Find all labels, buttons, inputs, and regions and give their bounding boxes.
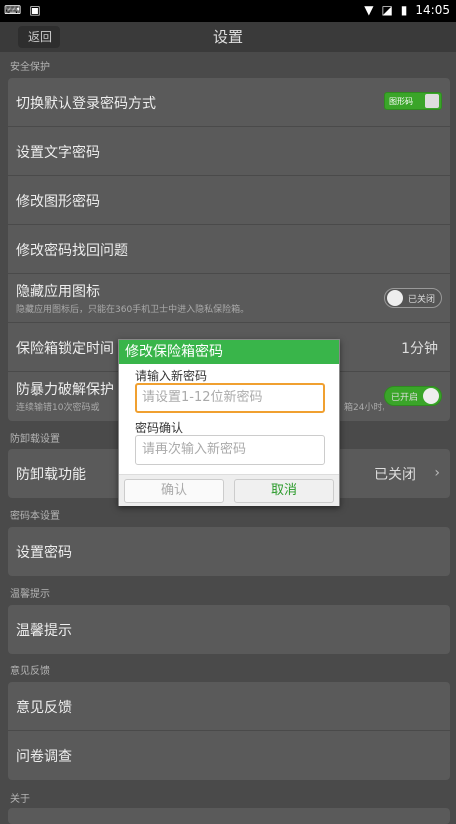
battery-icon: ▮ [400, 3, 408, 17]
row-tips[interactable]: 温馨提示 [8, 605, 450, 654]
anti-uninstall-value: 已关闭 [374, 467, 416, 483]
title-bar: 返回 设置 [0, 22, 456, 52]
status-bar: ⌨ ▣ ▼ ◪ ▮ 14:05 [0, 0, 456, 22]
row-modify-recovery[interactable]: 修改密码找回问题 [8, 225, 450, 274]
confirm-button[interactable]: 确认 [124, 479, 224, 503]
row-set-text-password[interactable]: 设置文字密码 [8, 127, 450, 176]
pattern-toggle-label: 图形码 [389, 97, 413, 106]
section-header-tips: 温馨提示 [10, 589, 50, 600]
feedback-label: 意见反馈 [16, 700, 72, 716]
tips-group: 温馨提示 [8, 605, 450, 654]
chevron-right-icon: › [434, 465, 440, 481]
switch-login-label: 切换默认登录密码方式 [16, 96, 156, 112]
pattern-toggle[interactable]: 图形码 [384, 92, 442, 110]
dialog-title: 修改保险箱密码 [119, 340, 339, 364]
row-set-password[interactable]: 设置密码 [8, 527, 450, 576]
pwbook-group: 设置密码 [8, 527, 450, 576]
hide-icon-subtitle: 隐藏应用图标后，只能在360手机卫士中进入隐私保险箱。 [16, 305, 250, 315]
notification-icon: ▣ [29, 3, 41, 17]
pattern-toggle-knob [425, 94, 439, 108]
section-header-pwbook: 密码本设置 [10, 511, 60, 522]
section-header-security: 安全保护 [10, 62, 50, 73]
toggle-knob [387, 290, 403, 306]
brute-force-label: 防暴力破解保护 [16, 382, 114, 398]
toggle-state: 已开启 [391, 393, 419, 403]
tips-label: 温馨提示 [16, 623, 72, 639]
cancel-button[interactable]: 取消 [234, 479, 334, 503]
toggle-state: 已关闭 [407, 295, 435, 305]
confirm-password-input[interactable]: 请再次输入新密码 [135, 435, 325, 465]
toggle-knob [423, 388, 439, 404]
dialog-button-bar: 确认 取消 [119, 474, 339, 506]
change-password-dialog: 修改保险箱密码 请输入新密码 请设置1-12位新密码 密码确认 请再次输入新密码… [118, 339, 340, 506]
anti-uninstall-label: 防卸载功能 [16, 467, 86, 483]
lock-time-label: 保险箱锁定时间 [16, 341, 114, 357]
feedback-group: 意见反馈 问卷调查 [8, 682, 450, 780]
row-hide-icon[interactable]: 隐藏应用图标 隐藏应用图标后，只能在360手机卫士中进入隐私保险箱。 已关闭 [8, 274, 450, 323]
row-modify-pattern[interactable]: 修改图形密码 [8, 176, 450, 225]
page-title: 设置 [212, 28, 243, 46]
section-header-feedback: 意见反馈 [10, 666, 50, 677]
status-time: 14:05 [415, 3, 450, 17]
lock-time-value: 1分钟 [401, 341, 438, 357]
confirm-password-label: 密码确认 [135, 421, 184, 435]
survey-label: 问卷调查 [16, 749, 72, 765]
set-password-label: 设置密码 [16, 545, 72, 561]
wifi-icon: ▼ [364, 3, 374, 17]
row-switch-login[interactable]: 切换默认登录密码方式 图形码 [8, 78, 450, 127]
row-feedback[interactable]: 意见反馈 [8, 682, 450, 731]
hide-icon-toggle[interactable]: 已关闭 [384, 288, 442, 308]
row-survey[interactable]: 问卷调查 [8, 731, 450, 780]
modify-recovery-label: 修改密码找回问题 [16, 243, 128, 259]
modify-pattern-label: 修改图形密码 [16, 194, 100, 210]
new-password-label: 请输入新密码 [135, 369, 208, 383]
set-text-password-label: 设置文字密码 [16, 145, 100, 161]
about-group [8, 808, 450, 824]
section-header-uninstall: 防卸载设置 [10, 434, 60, 445]
no-sim-icon: ◪ [381, 3, 393, 17]
brute-force-subtitle-tail: 箱24小时。 [344, 403, 384, 413]
brute-force-toggle[interactable]: 已开启 [384, 386, 442, 406]
new-password-input[interactable]: 请设置1-12位新密码 [135, 383, 325, 413]
hide-icon-label: 隐藏应用图标 [16, 284, 100, 300]
section-header-about: 关于 [10, 794, 30, 805]
keyboard-icon: ⌨ [4, 3, 22, 17]
